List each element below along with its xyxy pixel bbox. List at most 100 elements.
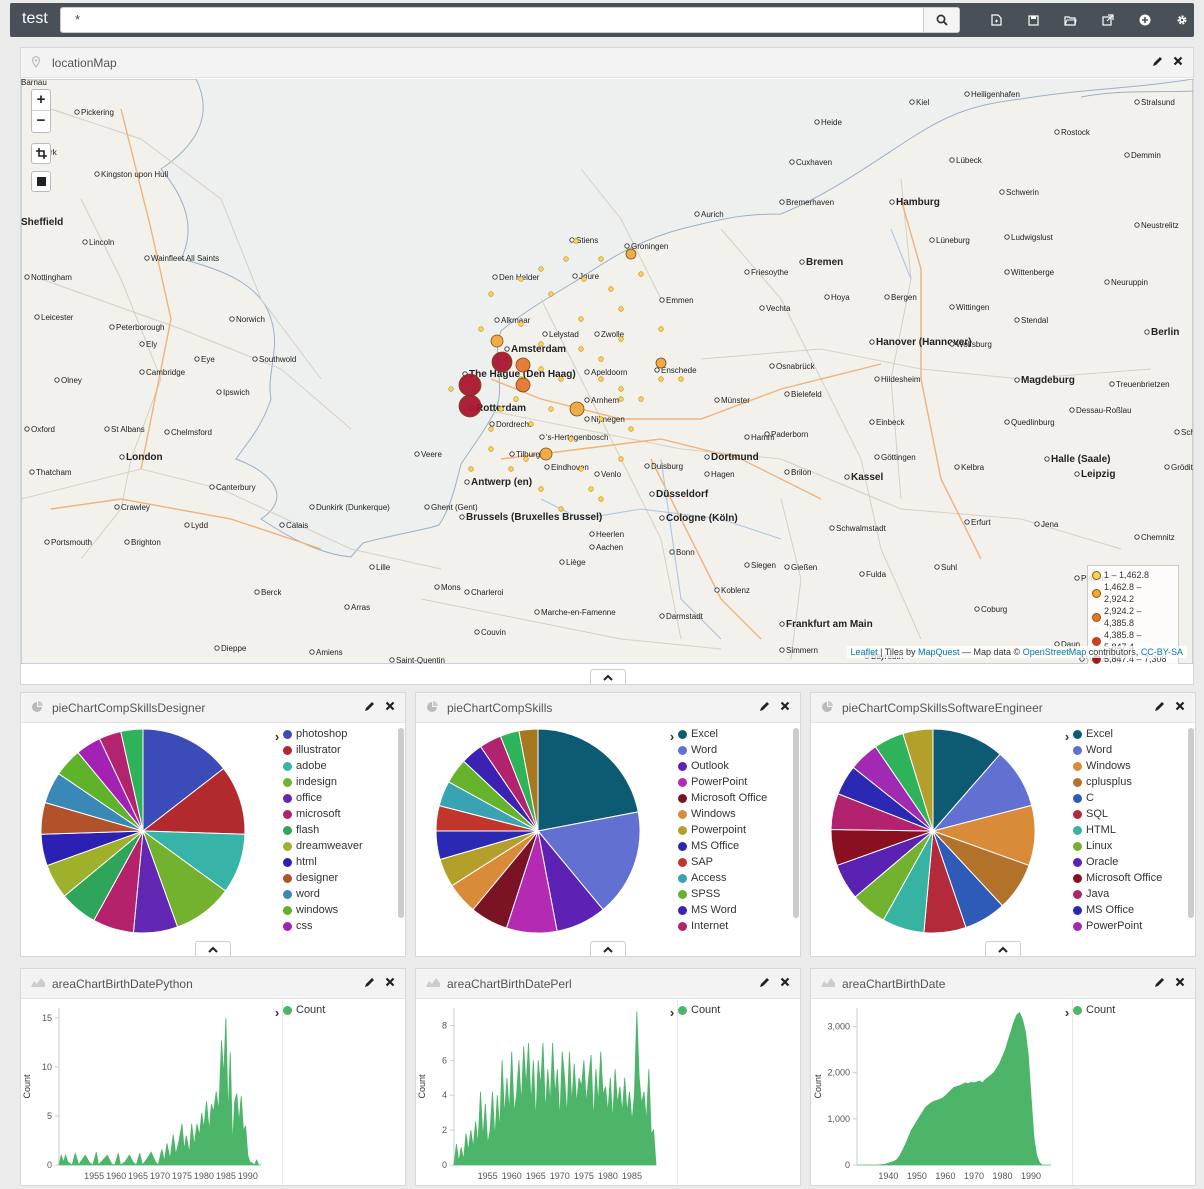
- legend-scrollbar[interactable]: [398, 728, 404, 918]
- data-point-marker[interactable]: [488, 291, 494, 297]
- edit-icon[interactable]: [759, 701, 770, 712]
- legend-item[interactable]: Excel: [1073, 726, 1185, 742]
- legend-expander[interactable]: ›: [271, 726, 283, 746]
- legend-item[interactable]: Internet: [678, 918, 790, 934]
- data-point-marker[interactable]: [515, 357, 531, 373]
- close-icon[interactable]: [1175, 701, 1185, 711]
- new-dashboard-button[interactable]: [978, 3, 1015, 37]
- legend-item[interactable]: MS Word: [678, 902, 790, 918]
- collapse-toggle[interactable]: [195, 941, 231, 956]
- legend-item[interactable]: MS Office: [1073, 902, 1185, 918]
- leaflet-link[interactable]: Leaflet: [851, 647, 878, 657]
- data-point-marker[interactable]: [538, 486, 544, 492]
- data-point-marker[interactable]: [548, 406, 554, 412]
- data-point-marker[interactable]: [608, 286, 614, 292]
- data-point-marker[interactable]: [458, 394, 482, 418]
- legend-item[interactable]: SQL: [1073, 806, 1185, 822]
- legend-item[interactable]: dreamweaver: [283, 838, 395, 854]
- data-point-marker[interactable]: [513, 396, 519, 402]
- legend-item[interactable]: Count: [678, 1002, 788, 1018]
- legend-item[interactable]: photoshop: [283, 726, 395, 742]
- legend-item[interactable]: MS Office: [678, 838, 790, 854]
- legend-item[interactable]: microsoft: [283, 806, 395, 822]
- data-point-marker[interactable]: [468, 466, 474, 472]
- legend-item[interactable]: indesign: [283, 774, 395, 790]
- legend-item[interactable]: PowerPoint: [678, 774, 790, 790]
- legend-item[interactable]: Exact: [678, 934, 790, 936]
- legend-item[interactable]: ms: [283, 934, 395, 936]
- legend-item[interactable]: cplusplus: [1073, 774, 1185, 790]
- data-point-marker[interactable]: [618, 386, 624, 392]
- data-point-marker[interactable]: [548, 291, 554, 297]
- legend-item[interactable]: word: [283, 886, 395, 902]
- legend-item[interactable]: flash: [283, 822, 395, 838]
- data-point-marker[interactable]: [558, 506, 564, 512]
- legend-item[interactable]: adobe: [283, 758, 395, 774]
- area-series-count[interactable]: [453, 1011, 657, 1166]
- osm-link[interactable]: OpenStreetMap: [1023, 647, 1087, 657]
- data-point-marker[interactable]: [581, 276, 587, 282]
- legend-item[interactable]: HTML: [1073, 822, 1185, 838]
- data-point-marker[interactable]: [568, 436, 574, 442]
- data-point-marker[interactable]: [618, 456, 624, 462]
- data-point-marker[interactable]: [618, 306, 624, 312]
- license-link[interactable]: CC-BY-SA: [1141, 647, 1183, 657]
- data-point-marker[interactable]: [539, 447, 553, 461]
- edit-icon[interactable]: [364, 977, 375, 988]
- add-panel-button[interactable]: [1126, 3, 1163, 37]
- legend-item[interactable]: windows: [283, 902, 395, 918]
- zoom-in-button[interactable]: +: [32, 90, 50, 111]
- data-point-marker[interactable]: [488, 446, 494, 452]
- data-point-marker[interactable]: [508, 466, 514, 472]
- close-icon[interactable]: [1173, 56, 1183, 66]
- data-point-marker[interactable]: [518, 276, 524, 282]
- close-icon[interactable]: [780, 701, 790, 711]
- legend-item[interactable]: Outlook: [678, 758, 790, 774]
- close-icon[interactable]: [385, 701, 395, 711]
- data-point-marker[interactable]: [638, 271, 644, 277]
- data-point-marker[interactable]: [490, 334, 504, 348]
- legend-item[interactable]: Java: [1073, 886, 1185, 902]
- share-dashboard-button[interactable]: [1089, 3, 1126, 37]
- legend-item[interactable]: Count: [1073, 1002, 1183, 1018]
- data-point-marker[interactable]: [598, 416, 604, 422]
- edit-icon[interactable]: [364, 701, 375, 712]
- data-point-marker[interactable]: [491, 351, 513, 373]
- edit-icon[interactable]: [1152, 56, 1163, 67]
- data-point-marker[interactable]: [658, 376, 664, 382]
- data-point-marker[interactable]: [515, 377, 531, 393]
- data-point-marker[interactable]: [625, 248, 637, 260]
- data-point-marker[interactable]: [598, 496, 604, 502]
- legend-item[interactable]: Count: [283, 1002, 393, 1018]
- legend-item[interactable]: illustrator: [283, 742, 395, 758]
- data-point-marker[interactable]: [528, 421, 534, 427]
- legend-item[interactable]: Microsoft Office: [678, 790, 790, 806]
- select-area-button[interactable]: [31, 171, 51, 192]
- data-point-marker[interactable]: [573, 238, 579, 244]
- data-point-marker[interactable]: [498, 406, 504, 412]
- close-icon[interactable]: [780, 977, 790, 987]
- legend-item[interactable]: C: [1073, 790, 1185, 806]
- data-point-marker[interactable]: [618, 396, 624, 402]
- load-dashboard-button[interactable]: [1052, 3, 1089, 37]
- data-point-marker[interactable]: [628, 426, 634, 432]
- collapse-toggle[interactable]: [590, 669, 626, 684]
- data-point-marker[interactable]: [638, 396, 644, 402]
- data-point-marker[interactable]: [598, 256, 604, 262]
- data-point-marker[interactable]: [538, 341, 544, 347]
- data-point-marker[interactable]: [578, 346, 584, 352]
- area-series-count[interactable]: [857, 1011, 1051, 1166]
- edit-icon[interactable]: [759, 977, 770, 988]
- data-point-marker[interactable]: [538, 366, 544, 372]
- collapse-toggle[interactable]: [590, 941, 626, 956]
- legend-item[interactable]: designer: [283, 870, 395, 886]
- mapquest-link[interactable]: MapQuest: [918, 647, 960, 657]
- crop-tool-button[interactable]: [31, 143, 51, 164]
- legend-item[interactable]: Oracle: [1073, 854, 1185, 870]
- collapse-toggle[interactable]: [985, 941, 1021, 956]
- legend-item[interactable]: Excel: [678, 726, 790, 742]
- data-point-marker[interactable]: [458, 373, 482, 397]
- search-button[interactable]: [923, 8, 959, 32]
- data-point-marker[interactable]: [518, 321, 524, 327]
- legend-item[interactable]: SAP: [678, 854, 790, 870]
